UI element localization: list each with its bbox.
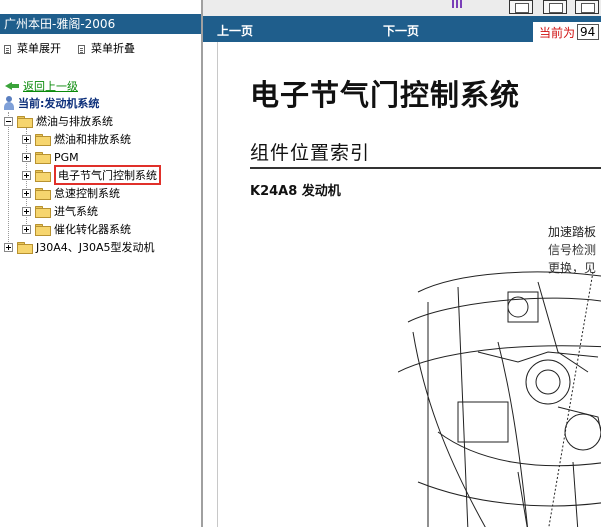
left-panel-title: 广州本田-雅阁-2006	[0, 14, 201, 34]
window-icon[interactable]	[575, 0, 599, 14]
folder-icon	[35, 133, 51, 146]
collapse-toggle-icon[interactable]	[4, 116, 13, 126]
tree-item-label: 催化转化器系统	[54, 223, 131, 236]
expand-toggle-icon[interactable]	[22, 152, 31, 162]
page-indicator-label: 当前为	[539, 25, 576, 40]
folder-icon	[35, 187, 51, 200]
folder-icon	[17, 241, 33, 254]
expand-toggle-icon[interactable]	[22, 206, 31, 216]
document-icon	[4, 44, 11, 54]
purple-marker-icon	[452, 0, 462, 8]
tree-item-fuel-emission-sub[interactable]: 燃油和排放系统	[22, 131, 131, 147]
tree-item-j30a-engine[interactable]: J30A4、J30A5型发动机	[4, 239, 155, 255]
document-page: 电子节气门控制系统 组件位置索引 K24A8 发动机 加速踏板 信号检测 更换，…	[217, 42, 601, 527]
left-panel: 广州本田-雅阁-2006 菜单展开 菜单折叠 返回上一级 当前:发动机系统 燃油…	[0, 0, 203, 527]
menu-collapse-label: 菜单折叠	[91, 42, 135, 55]
tree-item-label: 燃油与排放系统	[36, 115, 113, 128]
tree-item-intake[interactable]: 进气系统	[22, 203, 98, 219]
tree-item-idle-control[interactable]: 怠速控制系统	[22, 185, 120, 201]
tree-item-catalytic[interactable]: 催化转化器系统	[22, 221, 131, 237]
folder-icon	[35, 151, 51, 164]
back-link-label: 返回上一级	[23, 80, 78, 93]
tree-item-label: PGM	[54, 150, 79, 164]
document-subtitle: 组件位置索引	[250, 142, 371, 164]
tree-item-label: 进气系统	[54, 205, 98, 218]
current-location-label: 当前:发动机系统	[18, 97, 100, 110]
expand-toggle-icon[interactable]	[22, 224, 31, 234]
tree-item-label: 怠速控制系统	[54, 187, 120, 200]
expand-toggle-icon[interactable]	[4, 242, 13, 252]
folder-icon	[35, 169, 51, 182]
prev-page-button[interactable]: 上一页	[217, 22, 253, 39]
menu-expand-button[interactable]: 菜单展开	[4, 42, 61, 56]
content-panel: 上一页 下一页 当前为 电子节气门控制系统 组件位置索引 K24A8 发动机 加…	[203, 0, 601, 527]
back-link[interactable]: 返回上一级	[5, 78, 78, 94]
current-location: 当前:发动机系统	[4, 95, 99, 111]
expand-toggle-icon[interactable]	[22, 170, 31, 180]
tree-connector	[8, 112, 9, 248]
window-icon[interactable]	[509, 0, 533, 14]
folder-icon	[35, 223, 51, 236]
window-icon[interactable]	[543, 0, 567, 14]
back-arrow-icon	[5, 81, 19, 91]
expand-toggle-icon[interactable]	[22, 188, 31, 198]
left-top-strip	[0, 0, 201, 14]
document-title: 电子节气门控制系统	[250, 78, 521, 112]
expand-toggle-icon[interactable]	[22, 134, 31, 144]
tree-item-label-selected: 电子节气门控制系统	[54, 165, 161, 185]
tree-item-electronic-throttle[interactable]: 电子节气门控制系统	[22, 165, 161, 185]
tree-item-fuel-emission[interactable]: 燃油与排放系统	[4, 113, 113, 129]
menu-collapse-button[interactable]: 菜单折叠	[78, 42, 135, 56]
tree-item-label: 燃油和排放系统	[54, 133, 131, 146]
page-number-input[interactable]	[577, 24, 600, 40]
folder-icon	[17, 115, 33, 128]
engine-diagram	[398, 271, 601, 527]
tree-item-pgm[interactable]: PGM	[22, 149, 79, 165]
title-rule	[250, 167, 601, 169]
document-icon	[78, 44, 85, 54]
folder-icon	[35, 205, 51, 218]
next-page-button[interactable]: 下一页	[383, 22, 419, 39]
page-indicator: 当前为	[533, 22, 601, 42]
toolbar-strip	[203, 0, 601, 16]
menu-expand-label: 菜单展开	[17, 42, 61, 55]
tree-item-label: J30A4、J30A5型发动机	[36, 241, 155, 254]
user-icon	[4, 96, 14, 110]
engine-heading: K24A8 发动机	[250, 184, 341, 199]
